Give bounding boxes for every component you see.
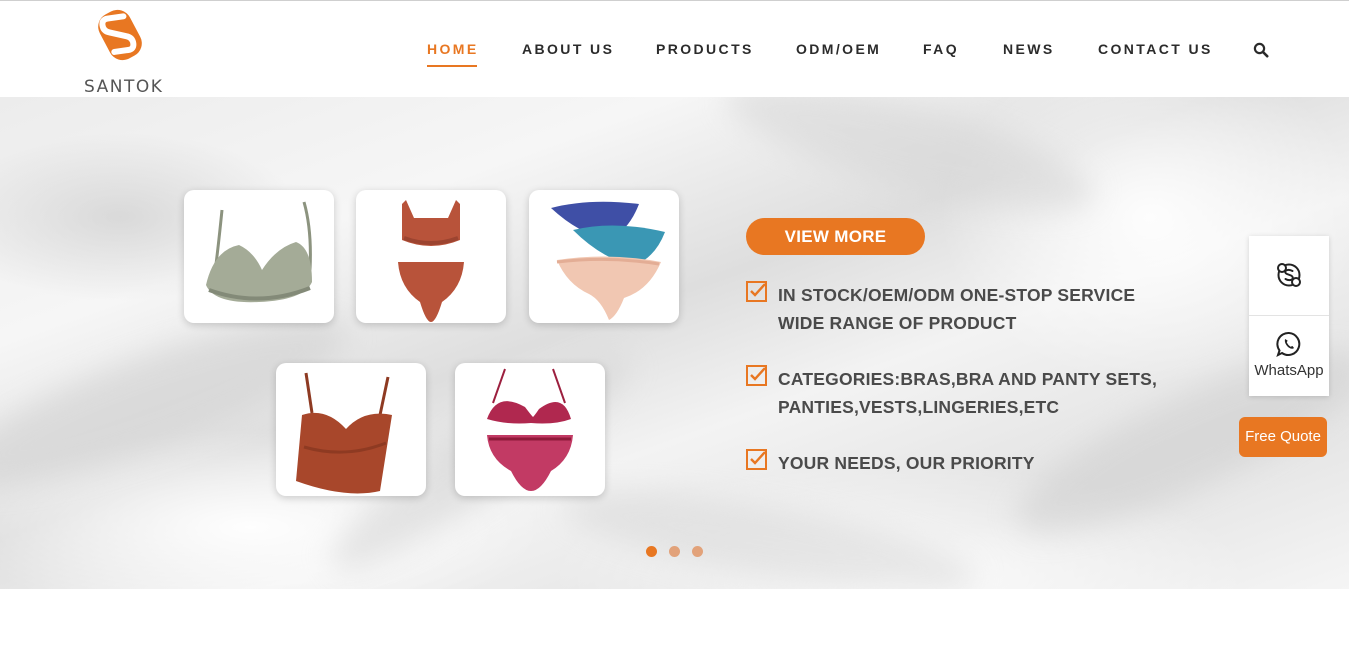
- search-icon[interactable]: [1253, 42, 1269, 58]
- whatsapp-label: WhatsApp: [1254, 362, 1324, 379]
- nav-home[interactable]: HOME: [427, 41, 479, 67]
- skype-icon: [1277, 263, 1301, 287]
- slider-dot-2[interactable]: [669, 546, 680, 557]
- slider-dot-1[interactable]: [646, 546, 657, 557]
- lace-lingerie-set-icon: [487, 368, 573, 491]
- checkbox-icon: [746, 449, 767, 470]
- product-card-lace-lingerie[interactable]: [455, 363, 605, 496]
- brand-name: SANTOK: [84, 77, 164, 97]
- product-card-set-rust[interactable]: [356, 190, 506, 323]
- silk-fold: [557, 471, 983, 589]
- view-more-button[interactable]: VIEW MORE: [746, 218, 925, 255]
- nav-news[interactable]: NEWS: [1003, 41, 1055, 57]
- santok-logo[interactable]: SANTOK: [84, 7, 162, 97]
- feature-text: YOUR NEEDS, OUR PRIORITY: [778, 453, 1035, 473]
- slider-dot-3[interactable]: [692, 546, 703, 557]
- cami-top-rust-icon: [296, 372, 392, 494]
- checkbox-icon: [746, 281, 767, 302]
- hero-banner: VIEW MORE IN STOCK/OEM/ODM ONE-STOP SERV…: [0, 97, 1349, 589]
- nav-faq[interactable]: FAQ: [923, 41, 959, 57]
- nav-odm-oem[interactable]: ODM/OEM: [796, 41, 881, 57]
- skype-button[interactable]: [1249, 236, 1329, 316]
- free-quote-button[interactable]: Free Quote: [1239, 417, 1327, 457]
- nav-contact-us[interactable]: CONTACT US: [1098, 41, 1213, 57]
- feature-text: CATEGORIES:BRAS,BRA AND PANTY SETS, PANT…: [778, 369, 1158, 417]
- bra-sage-icon: [206, 201, 312, 303]
- feature-text: IN STOCK/OEM/ODM ONE-STOP SERVICE WIDE R…: [778, 285, 1136, 333]
- lace-panties-stack-icon: [551, 201, 665, 320]
- bra-panty-set-rust-icon: [398, 200, 464, 322]
- whatsapp-icon: [1276, 332, 1301, 357]
- silk-fold: [716, 97, 1104, 235]
- nav-about-us[interactable]: ABOUT US: [522, 41, 614, 57]
- product-card-bra-sage[interactable]: [184, 190, 334, 323]
- site-header: SANTOK HOME ABOUT US PRODUCTS ODM/OEM FA…: [0, 1, 1349, 97]
- checkbox-icon: [746, 365, 767, 386]
- whatsapp-button[interactable]: WhatsApp: [1249, 316, 1329, 396]
- product-card-cami-rust[interactable]: [276, 363, 426, 496]
- logo-mark-icon: [98, 9, 142, 61]
- nav-products[interactable]: PRODUCTS: [656, 41, 754, 57]
- product-card-lace-panties[interactable]: [529, 190, 679, 323]
- contact-side-widget: WhatsApp: [1249, 236, 1329, 396]
